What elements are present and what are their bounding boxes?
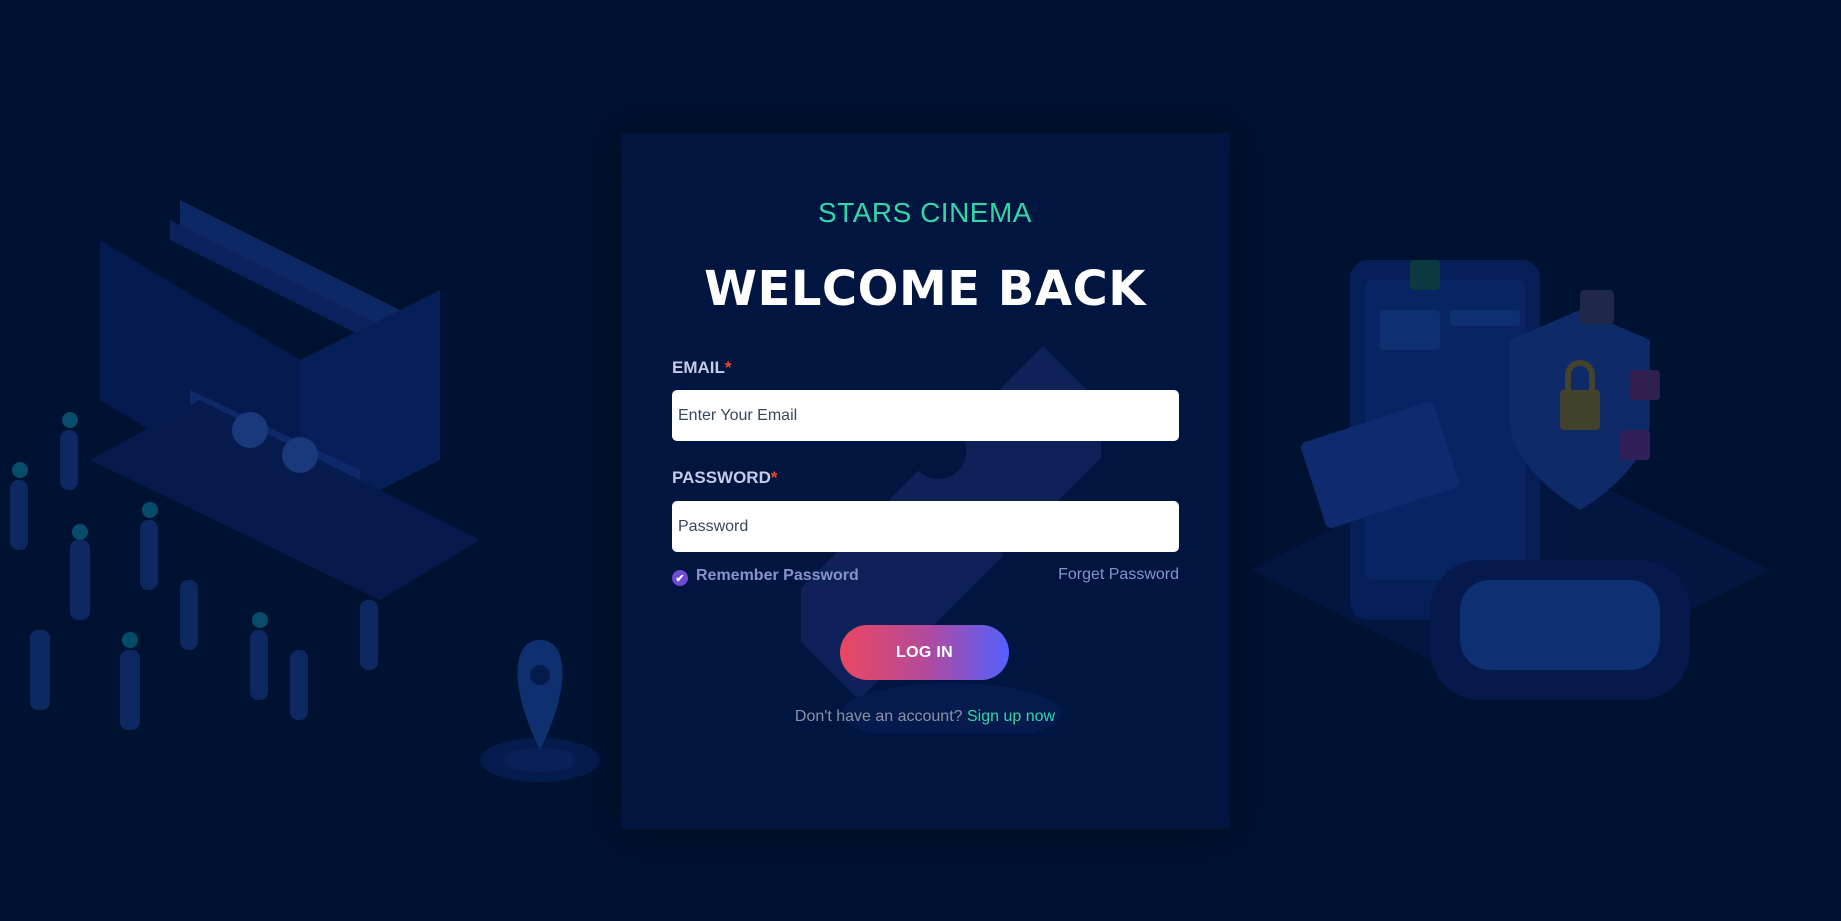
forget-password-link[interactable]: Forget Password: [1058, 566, 1179, 584]
brand-name: STARS CINEMA: [818, 197, 1032, 228]
remember-password-checkbox[interactable]: ✔ Remember Password: [672, 566, 859, 586]
email-label-text: EMAIL: [672, 358, 725, 377]
required-mark: *: [770, 468, 778, 487]
email-field[interactable]: [672, 390, 1179, 441]
signup-link[interactable]: Sign up now: [967, 708, 1055, 725]
email-label: EMAIL*: [672, 358, 732, 378]
remember-password-label: Remember Password: [696, 567, 859, 584]
page-title: WELCOME BACK: [704, 261, 1146, 317]
party-crowd-illustration: [10, 200, 480, 730]
password-label: PASSWORD*: [672, 468, 777, 488]
signup-prompt: Don't have an account? Sign up now: [621, 708, 1229, 726]
signup-prompt-text: Don't have an account?: [794, 708, 963, 725]
check-icon[interactable]: ✔: [672, 570, 688, 586]
login-card: STARS CINEMA WELCOME BACK EMAIL* PASSWOR…: [621, 133, 1229, 829]
required-mark: *: [724, 358, 732, 377]
mobile-security-illustration: [1250, 260, 1770, 700]
password-label-text: PASSWORD: [672, 468, 771, 487]
password-field[interactable]: [672, 501, 1179, 552]
map-pin-illustration: [480, 640, 600, 782]
login-button[interactable]: LOG IN: [840, 625, 1009, 680]
